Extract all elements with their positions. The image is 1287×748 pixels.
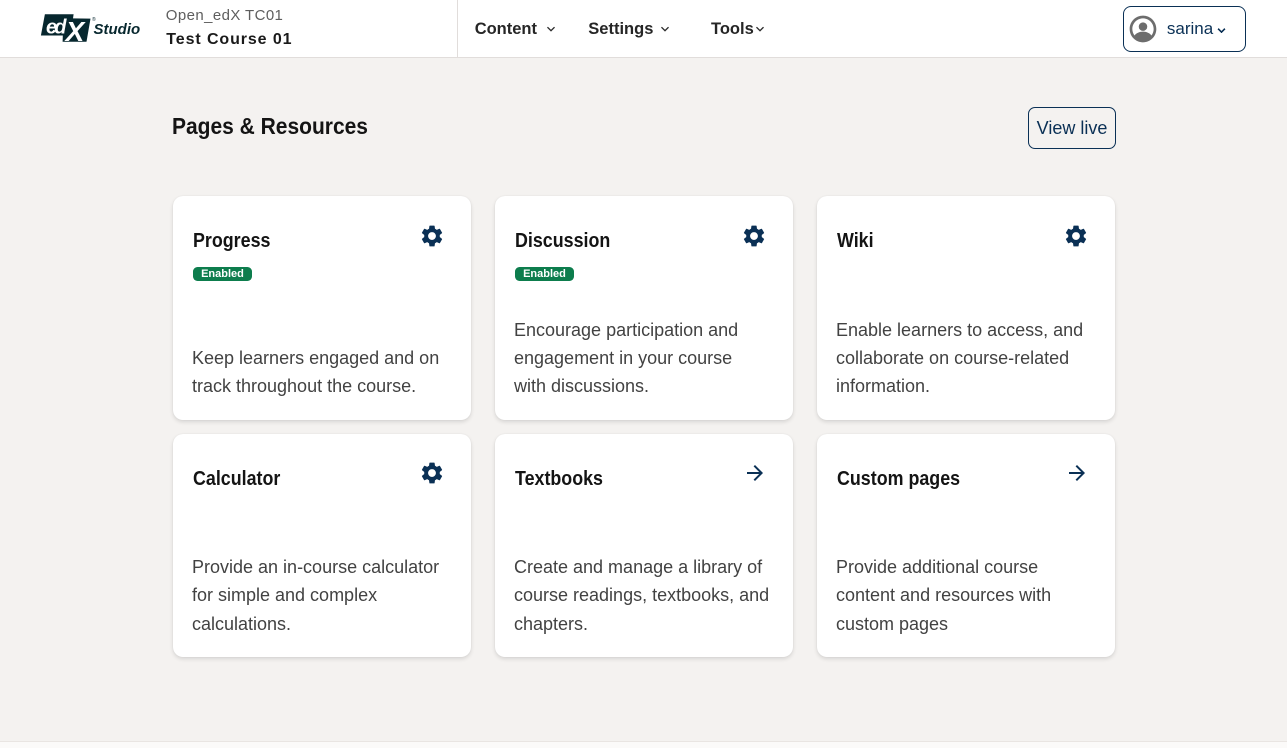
svg-text:ed: ed (46, 16, 67, 38)
svg-text:X: X (64, 16, 87, 45)
